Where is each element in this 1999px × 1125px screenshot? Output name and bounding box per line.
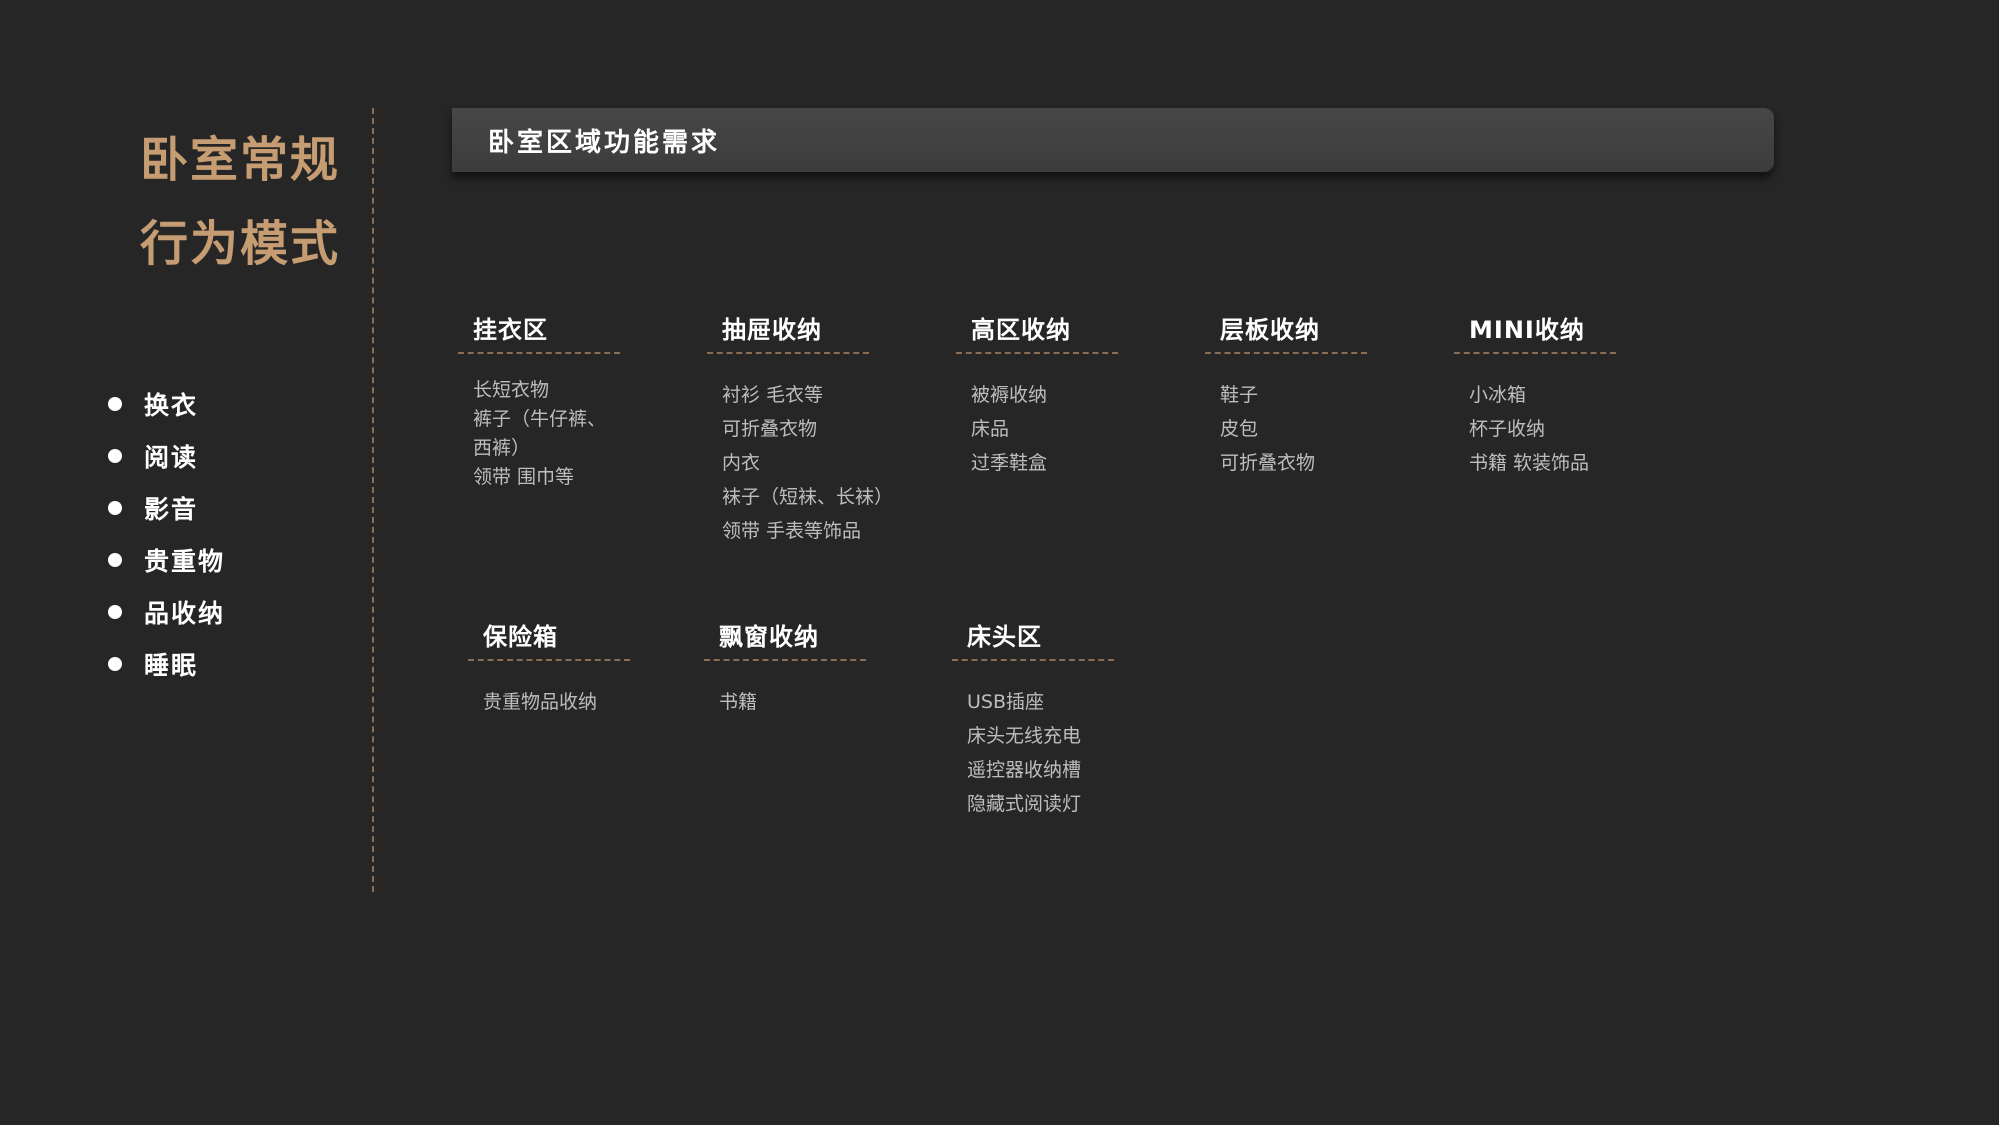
card-item: USB插座 bbox=[967, 691, 1045, 713]
card-title: 高区收纳 bbox=[956, 308, 1118, 354]
card-drawer-storage: 抽屉收纳 衬衫 毛衣等 可折叠衣物 内衣 袜子（短袜、长袜） 领带 手表等饰品 bbox=[707, 308, 894, 548]
card-bay-window-storage: 飘窗收纳 书籍 bbox=[704, 615, 866, 719]
behavior-item-label: 睡眠 bbox=[144, 651, 199, 680]
card-items: 贵重物品收纳 bbox=[468, 685, 630, 719]
card-title: 层板收纳 bbox=[1205, 308, 1367, 354]
bullet-dot-icon bbox=[108, 553, 122, 567]
card-item: 书籍 软装饰品 bbox=[1469, 452, 1590, 474]
card-item: 杯子收纳 bbox=[1469, 418, 1546, 440]
card-title: 挂衣区 bbox=[458, 308, 620, 354]
behavior-item-label: 品收纳 bbox=[144, 599, 226, 628]
card-item: 领带 手表等饰品 bbox=[722, 520, 862, 542]
card-item: 鞋子 bbox=[1220, 384, 1259, 406]
behavior-item: 影音 bbox=[108, 482, 225, 534]
behavior-item: 换衣 bbox=[108, 378, 225, 430]
card-item: 床头无线充电 bbox=[967, 725, 1082, 747]
behavior-item-label: 换衣 bbox=[144, 391, 199, 420]
card-items: 书籍 bbox=[704, 685, 866, 719]
card-item: 内衣 bbox=[722, 452, 761, 474]
card-item: 长短衣物 bbox=[473, 379, 550, 401]
behavior-item: 贵重物 bbox=[108, 534, 225, 586]
card-title: 保险箱 bbox=[468, 615, 630, 661]
card-safe: 保险箱 贵重物品收纳 bbox=[468, 615, 630, 719]
card-title: 抽屉收纳 bbox=[707, 308, 869, 354]
bullet-dot-icon bbox=[108, 397, 122, 411]
card-item: 西裤） bbox=[473, 437, 531, 459]
behavior-item: 睡眠 bbox=[108, 638, 225, 690]
sidebar-title-line-2: 行为模式 bbox=[139, 216, 340, 272]
card-item: 被褥收纳 bbox=[971, 384, 1048, 406]
card-item: 袜子（短袜、长袜） bbox=[722, 486, 894, 508]
bullet-dot-icon bbox=[108, 657, 122, 671]
card-item: 小冰箱 bbox=[1469, 384, 1527, 406]
card-hanging-area: 挂衣区 长短衣物 裤子（牛仔裤、 西裤） 领带 围巾等 bbox=[458, 308, 620, 492]
card-item: 遥控器收纳槽 bbox=[967, 759, 1082, 781]
card-item: 床品 bbox=[971, 418, 1010, 440]
card-item: 过季鞋盒 bbox=[971, 452, 1048, 474]
card-item: 皮包 bbox=[1220, 418, 1259, 440]
bullet-dot-icon bbox=[108, 501, 122, 515]
card-item: 贵重物品收纳 bbox=[483, 691, 598, 713]
sidebar-title-line-1: 卧室常规 bbox=[139, 132, 340, 188]
card-items: 衬衫 毛衣等 可折叠衣物 内衣 袜子（短袜、长袜） 领带 手表等饰品 bbox=[707, 378, 894, 548]
card-item: 领带 围巾等 bbox=[473, 466, 575, 488]
bullet-dot-icon bbox=[108, 605, 122, 619]
card-item: 隐藏式阅读灯 bbox=[967, 793, 1082, 815]
card-items: 小冰箱 杯子收纳 书籍 软装饰品 bbox=[1454, 378, 1616, 480]
bullet-dot-icon bbox=[108, 449, 122, 463]
card-title: 床头区 bbox=[952, 615, 1114, 661]
behavior-list: 换衣 阅读 影音 贵重物 品收纳 睡眠 bbox=[108, 378, 225, 690]
card-bedside-area: 床头区 USB插座 床头无线充电 遥控器收纳槽 隐藏式阅读灯 bbox=[952, 615, 1114, 821]
card-high-storage: 高区收纳 被褥收纳 床品 过季鞋盒 bbox=[956, 308, 1118, 480]
card-title: MINI收纳 bbox=[1454, 308, 1616, 354]
vertical-divider bbox=[372, 108, 374, 892]
header-title: 卧室区域功能需求 bbox=[488, 127, 721, 158]
card-items: USB插座 床头无线充电 遥控器收纳槽 隐藏式阅读灯 bbox=[952, 685, 1114, 821]
card-items: 鞋子 皮包 可折叠衣物 bbox=[1205, 378, 1367, 480]
behavior-item: 阅读 bbox=[108, 430, 225, 482]
card-title: 飘窗收纳 bbox=[704, 615, 866, 661]
behavior-item-label: 阅读 bbox=[144, 443, 199, 472]
card-item: 可折叠衣物 bbox=[722, 418, 818, 440]
header-bar: 卧室区域功能需求 bbox=[452, 108, 1774, 172]
card-item: 裤子（牛仔裤、 bbox=[473, 408, 607, 430]
behavior-item: 品收纳 bbox=[108, 586, 225, 638]
sidebar-title: 卧室常规 行为模式 bbox=[120, 118, 340, 286]
card-item: 可折叠衣物 bbox=[1220, 452, 1316, 474]
card-mini-storage: MINI收纳 小冰箱 杯子收纳 书籍 软装饰品 bbox=[1454, 308, 1616, 480]
card-shelf-storage: 层板收纳 鞋子 皮包 可折叠衣物 bbox=[1205, 308, 1367, 480]
behavior-item-label: 影音 bbox=[144, 495, 199, 524]
card-item: 书籍 bbox=[719, 691, 758, 713]
card-items: 长短衣物 裤子（牛仔裤、 西裤） 领带 围巾等 bbox=[458, 376, 620, 492]
card-item: 衬衫 毛衣等 bbox=[722, 384, 824, 406]
behavior-item-label: 贵重物 bbox=[144, 547, 226, 576]
card-items: 被褥收纳 床品 过季鞋盒 bbox=[956, 378, 1118, 480]
